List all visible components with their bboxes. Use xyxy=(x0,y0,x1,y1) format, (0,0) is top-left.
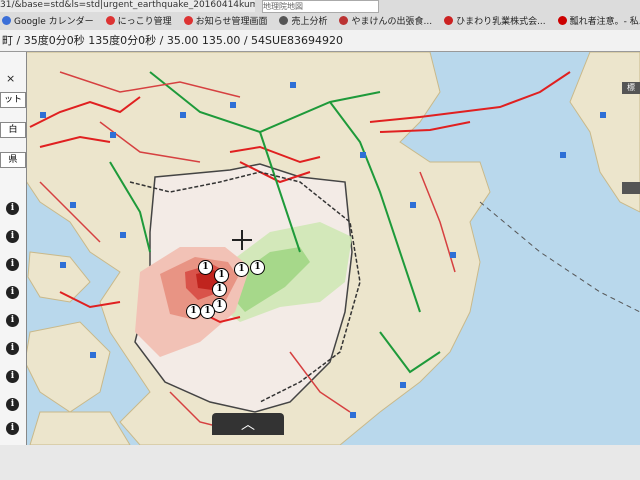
info-icon[interactable]: i xyxy=(6,370,19,383)
right-panel-tab[interactable] xyxy=(622,182,640,194)
bookmark-nikkori[interactable]: にっこり管理 xyxy=(105,14,172,27)
calendar-icon xyxy=(2,16,11,25)
shindo-marker[interactable]: 1 xyxy=(212,282,227,297)
site-icon xyxy=(444,16,454,25)
bookmark-label: やまけんの出張食... xyxy=(351,17,433,27)
bookmark-label: にっこり管理 xyxy=(117,17,172,27)
site-icon xyxy=(339,16,349,25)
chevron-up-icon: ︿ xyxy=(241,417,255,433)
site-icon xyxy=(183,16,193,25)
shindo-marker[interactable]: 1 xyxy=(186,304,201,319)
panel-button-white[interactable]: 白 xyxy=(0,122,26,138)
bottom-panel-toggle[interactable]: ︿ xyxy=(212,413,284,435)
shindo-marker[interactable]: 1 xyxy=(200,304,215,319)
map-canvas[interactable]: 1 1 1 1 1 1 1 1 xyxy=(0,52,640,445)
bookmark-notice-admin[interactable]: お知らせ管理画面 xyxy=(183,14,268,27)
info-icon[interactable]: i xyxy=(6,314,19,327)
coordinate-info-bar: 町 / 35度0分0秒 135度0分0秒 / 35.00 135.00 / 54… xyxy=(0,30,640,52)
land-south-island xyxy=(29,411,131,445)
bookmark-yahoo[interactable]: 瓢れ者注意。- 私... xyxy=(557,14,640,27)
panel-button-prefecture[interactable]: 県 xyxy=(0,152,26,168)
bookmark-label: お知らせ管理画面 xyxy=(195,17,268,27)
left-tool-panel: × ット 白 県 i i i i i i i i i xyxy=(0,52,27,445)
land-amakusa xyxy=(24,321,111,413)
bookmark-label: 売上分析 xyxy=(291,17,328,27)
bookmarks-bar: Google カレンダー にっこり管理 お知らせ管理画面 売上分析 やまけんの出… xyxy=(0,12,640,29)
info-icon[interactable]: i xyxy=(6,202,19,215)
bookmark-himawari[interactable]: ひまわり乳業株式会... xyxy=(444,14,546,27)
info-icon[interactable]: i xyxy=(6,286,19,299)
monitor-bezel xyxy=(0,445,640,480)
yahoo-icon xyxy=(557,16,567,25)
bookmark-label: ひまわり乳業株式会... xyxy=(456,17,546,27)
close-icon[interactable]: × xyxy=(6,72,15,85)
info-icon[interactable]: i xyxy=(6,422,19,435)
info-icon[interactable]: i xyxy=(6,258,19,271)
bookmark-sales[interactable]: 売上分析 xyxy=(279,14,327,27)
land-west-island xyxy=(27,251,91,303)
site-icon xyxy=(279,16,289,25)
shindo-marker[interactable]: 1 xyxy=(198,260,213,275)
address-bar[interactable]: 31/&base=std&ls=std|urgent_earthquake_20… xyxy=(0,0,255,12)
bookmark-label: Google カレンダー xyxy=(14,17,94,27)
bookmark-label: 瓢れ者注意。- 私... xyxy=(569,17,640,27)
bookmark-google-calendar[interactable]: Google カレンダー xyxy=(2,14,94,27)
browser-tab-bar: 31/&base=std&ls=std|urgent_earthquake_20… xyxy=(0,0,640,30)
info-icon[interactable]: i xyxy=(6,230,19,243)
right-tool-panel: 標 xyxy=(620,52,640,445)
map-svg xyxy=(19,52,640,445)
standard-map-tab[interactable]: 標 xyxy=(622,82,640,94)
info-icon[interactable]: i xyxy=(6,342,19,355)
bookmark-yamaken[interactable]: やまけんの出張食... xyxy=(339,14,432,27)
sea-boundary-line xyxy=(479,201,640,313)
info-icon[interactable]: i xyxy=(6,398,19,411)
shindo-marker[interactable]: 1 xyxy=(214,268,229,283)
shindo-marker[interactable]: 1 xyxy=(234,262,249,277)
panel-button-set[interactable]: ット xyxy=(0,92,26,108)
shindo-marker[interactable]: 1 xyxy=(250,260,265,275)
site-icon xyxy=(105,16,115,25)
